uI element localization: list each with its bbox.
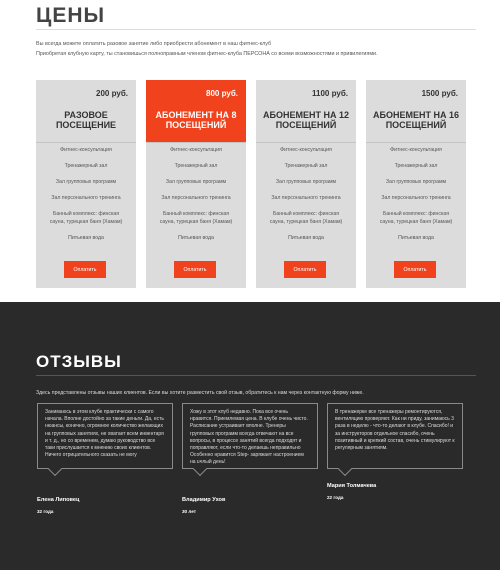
price-value: 1100 руб.	[312, 89, 348, 98]
feature-item: Тренажерный зал	[64, 163, 108, 169]
prices-intro-line2: Приобретая клубную карту, ты становишься…	[36, 51, 378, 57]
feature-item: Зал персонального тренинга	[161, 195, 231, 201]
card-divider	[146, 142, 246, 143]
pay-button[interactable]: Оплатить	[174, 261, 216, 278]
review-text: В тренажерке все тренажеры ремонтируются…	[335, 409, 455, 452]
feature-item: Тренажерный зал	[284, 163, 328, 169]
price-card-single-visit: 200 руб. РАЗОВОЕ ПОСЕЩЕНИЕ Фитнес-консуль…	[36, 80, 136, 288]
price-card-16-visits: 1500 руб. АБОНЕМЕНТ НА 16 ПОСЕЩЕНИЙ Фитне…	[366, 80, 466, 288]
price-card-header: 1500 руб. АБОНЕМЕНТ НА 16 ПОСЕЩЕНИЙ	[366, 80, 466, 142]
feature-item: Банный комплекс: финская сауна, турецкая …	[269, 211, 343, 225]
prices-section: ЦЕНЫ Вы всегда можете оплатить разовое з…	[0, 0, 500, 302]
price-card-header: 200 руб. РАЗОВОЕ ПОСЕЩЕНИЕ	[36, 80, 136, 142]
feature-item: Банный комплекс: финская сауна, турецкая …	[379, 211, 453, 225]
price-card-12-visits: 1100 руб. АБОНЕМЕНТ НА 12 ПОСЕЩЕНИЙ Фитне…	[256, 80, 356, 288]
feature-item: Фитнес-консультация	[170, 147, 222, 153]
feature-list: Фитнес-консультация Тренажерный зал Зал …	[366, 146, 466, 250]
prices-intro-line1: Вы всегда можете оплатить разовое заняти…	[36, 41, 272, 47]
feature-item: Зал персонального тренинга	[271, 195, 341, 201]
feature-item: Питьевая вода	[68, 235, 104, 241]
prices-title: ЦЕНЫ	[36, 4, 106, 27]
price-card-header: 800 руб. АБОНЕМЕНТ НА 8 ПОСЕЩЕНИЙ	[146, 80, 246, 142]
plan-name: АБОНЕМЕНТ НА 12 ПОСЕЩЕНИЙ	[263, 110, 349, 130]
reviewer-name: Владимир Ухов	[182, 497, 226, 503]
card-divider	[36, 142, 136, 143]
review-text: Занимаюсь в этом клубе практически с сам…	[45, 409, 165, 459]
feature-item: Тренажерный зал	[394, 163, 438, 169]
feature-list: Фитнес-консультация Тренажерный зал Зал …	[146, 146, 246, 250]
price-value: 200 руб.	[96, 89, 128, 98]
price-value: 1500 руб.	[421, 89, 458, 98]
feature-item: Фитнес-консультация	[390, 147, 442, 153]
feature-item: Банный комплекс: финская сауна, турецкая …	[159, 211, 233, 225]
reviews-divider	[36, 375, 476, 376]
card-divider	[256, 142, 356, 143]
review-pointer	[337, 461, 353, 477]
review-card: В тренажерке все тренажеры ремонтируются…	[327, 403, 463, 477]
plan-name: РАЗОВОЕ ПОСЕЩЕНИЕ	[55, 110, 117, 130]
price-value: 800 руб.	[206, 89, 238, 98]
feature-list: Фитнес-консультация Тренажерный зал Зал …	[256, 146, 356, 250]
feature-item: Зал групповых программ	[385, 179, 447, 185]
feature-item: Банный комплекс: финская сауна, турецкая …	[49, 211, 123, 225]
pay-button[interactable]: Оплатить	[64, 261, 106, 278]
review-card: Занимаюсь в этом клубе практически с сам…	[37, 403, 173, 477]
feature-item: Тренажерный зал	[174, 163, 218, 169]
feature-item: Зал групповых программ	[55, 179, 117, 185]
review-card: Хожу в этот клуб недавно. Пока все очень…	[182, 403, 318, 477]
review-text: Хожу в этот клуб недавно. Пока все очень…	[190, 409, 308, 466]
prices-divider	[36, 29, 476, 30]
reviews-section: ОТЗЫВЫ Здесь представлены отзывы наших к…	[0, 302, 500, 570]
pay-button[interactable]: Оплатить	[394, 261, 436, 278]
card-divider	[366, 142, 466, 143]
feature-item: Зал персонального тренинга	[51, 195, 121, 201]
feature-item: Питьевая вода	[288, 235, 324, 241]
reviewer-age: 30 лет	[182, 509, 196, 514]
reviews-title: ОТЗЫВЫ	[36, 352, 122, 371]
reviewer-age: 22 года	[327, 495, 344, 500]
feature-list: Фитнес-консультация Тренажерный зал Зал …	[36, 146, 136, 250]
prices-intro: Вы всегда можете оплатить разовое заняти…	[36, 39, 476, 59]
plan-name: АБОНЕМЕНТ НА 8 ПОСЕЩЕНИЙ	[155, 110, 237, 130]
feature-item: Зал персонального тренинга	[381, 195, 451, 201]
price-card-8-visits: 800 руб. АБОНЕМЕНТ НА 8 ПОСЕЩЕНИЙ Фитнес-…	[146, 80, 246, 288]
feature-item: Фитнес-консультация	[280, 147, 332, 153]
feature-item: Зал групповых программ	[165, 179, 227, 185]
feature-item: Питьевая вода	[178, 235, 214, 241]
reviewer-name: Елена Липовец	[37, 497, 80, 503]
plan-name: АБОНЕМЕНТ НА 16 ПОСЕЩЕНИЙ	[373, 110, 459, 130]
price-card-header: 1100 руб. АБОНЕМЕНТ НА 12 ПОСЕЩЕНИЙ	[256, 80, 356, 142]
reviewer-age: 32 года	[37, 509, 54, 514]
reviews-intro: Здесь представлены отзывы наших клиентов…	[36, 390, 364, 396]
feature-item: Зал групповых программ	[275, 179, 337, 185]
reviewer-name: Мария Толмачева	[327, 483, 377, 489]
feature-item: Фитнес-консультация	[60, 147, 112, 153]
pay-button[interactable]: Оплатить	[284, 261, 326, 278]
feature-item: Питьевая вода	[398, 235, 434, 241]
